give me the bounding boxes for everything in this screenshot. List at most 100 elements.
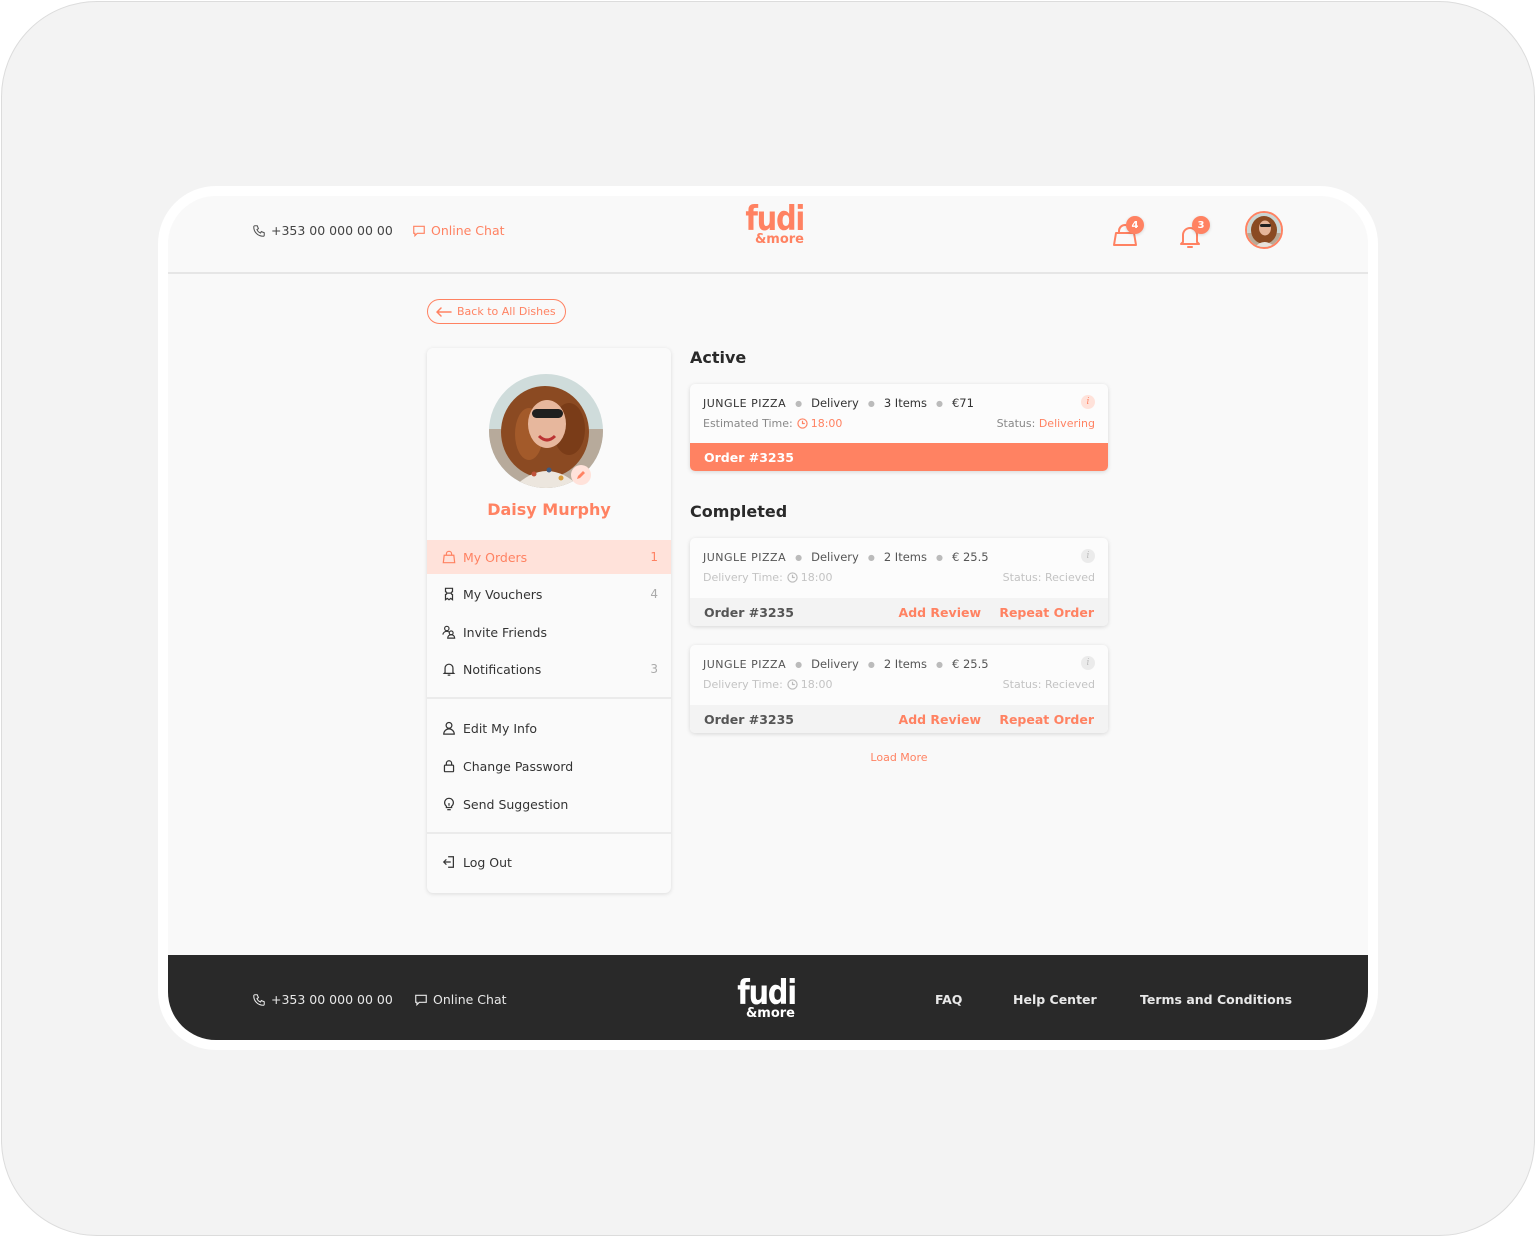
footer-online-chat[interactable]: Online Chat [414, 992, 507, 1007]
footer-link-faq[interactable]: FAQ [935, 992, 962, 1007]
voucher-icon [444, 587, 454, 601]
info-icon[interactable]: i [1081, 395, 1095, 409]
time-label: Estimated Time: [703, 417, 793, 430]
profile-sidebar: Daisy Murphy My Orders 1 My Vouchers 4 I… [427, 348, 671, 893]
order-summary: JUNGLE PIZZA ● Delivery ● 2 Items ● € 25… [703, 657, 989, 671]
phone-number: +353 00 000 00 00 [271, 223, 393, 238]
header-phone[interactable]: +353 00 000 00 00 [252, 223, 393, 238]
active-order-card[interactable]: JUNGLE PIZZA ● Delivery ● 3 Items ● €71 … [690, 384, 1108, 471]
clock-icon [787, 679, 798, 690]
notification-count-badge: 3 [1192, 216, 1210, 234]
order-id: Order #3235 [704, 604, 794, 620]
fudi-logo[interactable]: fudi &more [734, 199, 805, 246]
orders-count: 1 [650, 550, 658, 564]
status-value: Recieved [1044, 678, 1095, 691]
restaurant-name: JUNGLE PIZZA [703, 396, 787, 410]
order-status: Status: Recieved [1003, 571, 1095, 584]
status-label: Status: [1002, 678, 1042, 691]
repeat-order-button[interactable]: Repeat Order [999, 605, 1094, 620]
users-icon [442, 625, 456, 639]
order-type: Delivery [811, 550, 859, 564]
add-review-button[interactable]: Add Review [899, 712, 981, 727]
sidebar-item-edit-my-info[interactable]: Edit My Info [427, 711, 671, 745]
item-count: 2 Items [883, 657, 927, 671]
logo-main-text: fudi [745, 199, 805, 239]
sidebar-item-notifications[interactable]: Notifications 3 [427, 652, 671, 686]
user-icon [443, 721, 455, 735]
back-button-label: Back to All Dishes [457, 305, 556, 318]
order-status: Status: Delivering [997, 417, 1095, 430]
clock-icon [787, 572, 798, 583]
menu-divider [427, 832, 671, 834]
user-avatar[interactable] [1245, 211, 1283, 249]
cart-button[interactable]: 4 [1112, 216, 1144, 250]
add-review-button[interactable]: Add Review [899, 605, 981, 620]
info-icon[interactable]: i [1081, 549, 1095, 563]
sidebar-item-label: My Vouchers [463, 586, 543, 602]
load-more-button[interactable]: Load More [690, 751, 1108, 764]
order-type: Delivery [811, 396, 859, 410]
order-footer: Order #3235 Add Review Repeat Order [690, 705, 1108, 733]
item-count: 2 Items [883, 550, 927, 564]
order-id: Order #3235 [704, 711, 794, 727]
clock-icon [797, 418, 808, 429]
sidebar-item-send-suggestion[interactable]: Send Suggestion [427, 787, 671, 821]
order-time: Delivery Time: 18:00 [703, 678, 833, 691]
sidebar-item-label: Invite Friends [463, 624, 547, 640]
edit-photo-button[interactable] [571, 465, 591, 485]
app-screen: +353 00 000 00 00 Online Chat fudi &more… [168, 196, 1368, 1040]
logout-button[interactable]: Log Out [427, 845, 671, 879]
sidebar-item-invite-friends[interactable]: Invite Friends [427, 615, 671, 649]
sidebar-item-label: My Orders [463, 549, 528, 565]
logout-icon [442, 856, 454, 868]
sidebar-item-label: Notifications [463, 661, 542, 677]
arrow-left-icon [436, 306, 452, 317]
footer-logo[interactable]: fudi &more [727, 973, 797, 1020]
logo-main-text: fudi [737, 973, 797, 1013]
footer-phone[interactable]: +353 00 000 00 00 [252, 992, 393, 1007]
time-value: 18:00 [800, 678, 833, 691]
order-summary: JUNGLE PIZZA ● Delivery ● 2 Items ● € 25… [703, 550, 989, 564]
chat-icon [413, 225, 425, 237]
info-icon[interactable]: i [1081, 656, 1095, 670]
top-header: +353 00 000 00 00 Online Chat fudi &more… [168, 196, 1368, 274]
online-chat-label: Online Chat [431, 223, 505, 238]
order-type: Delivery [811, 657, 859, 671]
menu-divider [427, 697, 671, 699]
status-label: Status: [1002, 571, 1042, 584]
time-label: Delivery Time: [703, 678, 783, 691]
notifications-button[interactable]: 3 [1178, 216, 1210, 250]
time-value: 18:00 [810, 417, 843, 430]
lock-icon [443, 760, 455, 773]
header-online-chat[interactable]: Online Chat [412, 223, 505, 238]
pencil-icon [577, 471, 585, 479]
sidebar-item-change-password[interactable]: Change Password [427, 749, 671, 783]
completed-order-card[interactable]: JUNGLE PIZZA ● Delivery ● 2 Items ● € 25… [690, 645, 1108, 733]
status-value: Delivering [1038, 417, 1095, 430]
order-summary: JUNGLE PIZZA ● Delivery ● 3 Items ● €71 [703, 396, 974, 410]
restaurant-name: JUNGLE PIZZA [703, 657, 787, 671]
order-id-bar: Order #3235 [690, 443, 1108, 471]
back-to-all-dishes-button[interactable]: Back to All Dishes [427, 299, 566, 324]
sidebar-item-my-orders[interactable]: My Orders 1 [427, 540, 671, 574]
time-label: Delivery Time: [703, 571, 783, 584]
footer-link-help-center[interactable]: Help Center [1013, 992, 1097, 1007]
phone-icon [253, 224, 265, 237]
time-value: 18:00 [800, 571, 833, 584]
repeat-order-button[interactable]: Repeat Order [999, 712, 1094, 727]
completed-order-card[interactable]: JUNGLE PIZZA ● Delivery ● 2 Items ● € 25… [690, 538, 1108, 626]
phone-number: +353 00 000 00 00 [271, 992, 393, 1007]
order-footer: Order #3235 Add Review Repeat Order [690, 598, 1108, 626]
footer: +353 00 000 00 00 Online Chat fudi &more… [168, 955, 1368, 1040]
active-section-title: Active [690, 348, 747, 367]
status-value: Recieved [1044, 571, 1095, 584]
order-price: € 25.5 [951, 550, 989, 564]
bell-icon [442, 663, 456, 676]
footer-link-terms[interactable]: Terms and Conditions [1140, 992, 1292, 1007]
notifications-count: 3 [650, 662, 658, 676]
sidebar-item-my-vouchers[interactable]: My Vouchers 4 [427, 577, 671, 611]
chat-icon [415, 994, 427, 1006]
logout-label: Log Out [463, 854, 512, 870]
cart-count-badge: 4 [1126, 216, 1144, 234]
order-id: Order #3235 [704, 449, 794, 465]
